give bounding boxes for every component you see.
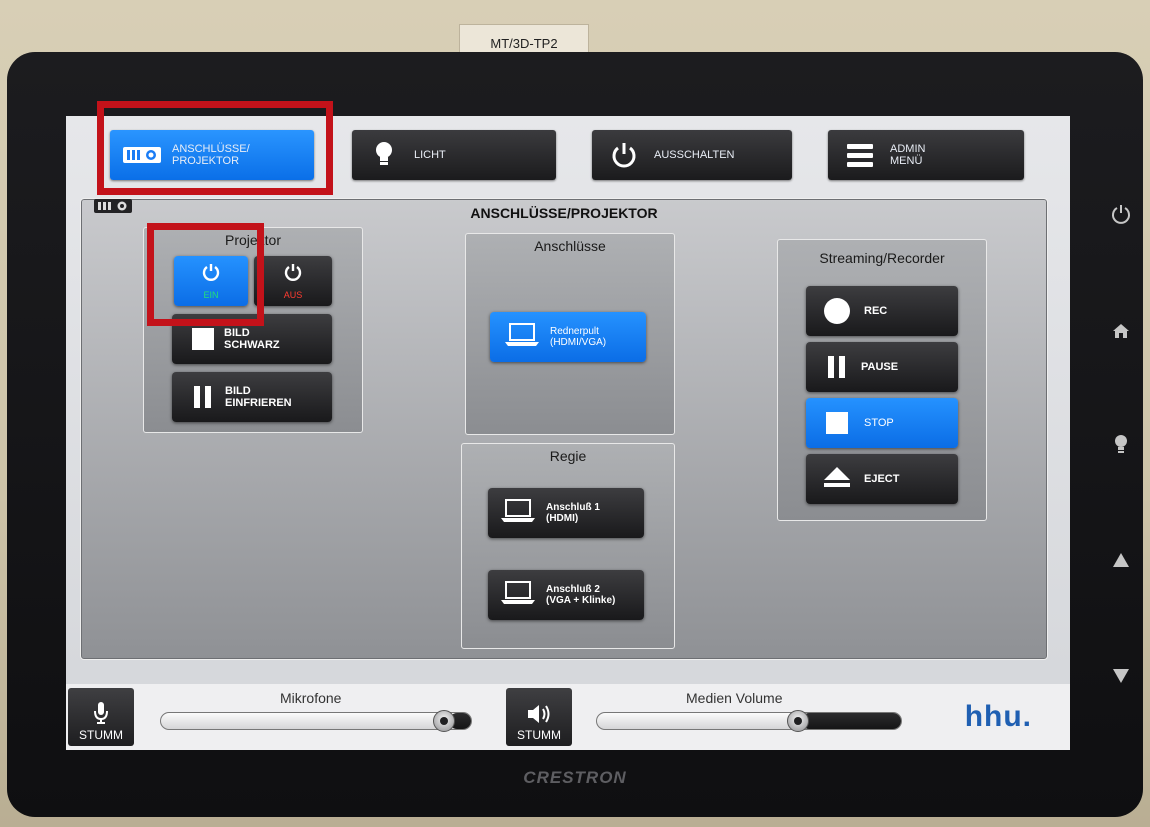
pause-icon	[194, 386, 211, 408]
button-label: REC	[864, 305, 888, 317]
power-icon	[283, 262, 303, 287]
tab-ausschalten[interactable]: AUSSCHALTEN	[592, 130, 792, 180]
button-label: BILD EINFRIEREN	[225, 385, 292, 409]
pause-icon	[828, 356, 845, 378]
rec-button[interactable]: REC	[806, 286, 958, 336]
button-label: EJECT	[864, 473, 900, 485]
group-title: Anschlüsse	[534, 238, 606, 254]
side-home-icon[interactable]	[1108, 318, 1134, 344]
button-label: Rednerpult (HDMI/VGA)	[550, 326, 607, 348]
laptop-icon	[500, 580, 536, 611]
tab-label: AUSSCHALTEN	[654, 149, 735, 161]
bild-einfrieren-button[interactable]: BILD EINFRIEREN	[172, 372, 332, 422]
tab-licht[interactable]: LICHT	[352, 130, 556, 180]
tab-label: LICHT	[414, 149, 446, 161]
slider-knob[interactable]	[787, 710, 809, 732]
medien-volume-slider[interactable]	[596, 710, 902, 732]
rednerpult-button[interactable]: Rednerpult (HDMI/VGA)	[490, 312, 646, 362]
stumm-label: STUMM	[79, 728, 123, 742]
side-down-icon[interactable]	[1108, 664, 1134, 688]
square-icon	[192, 328, 214, 350]
medien-volume-label: Medien Volume	[686, 690, 783, 706]
crestron-logo: CRESTRON	[523, 768, 627, 787]
projektor-aus-button[interactable]: AUS	[254, 256, 332, 306]
mikrofone-stumm-button[interactable]: STUMM	[68, 688, 134, 746]
menu-icon	[838, 141, 882, 169]
audio-bar: STUMM Mikrofone STUMM Medien Volume hhu.	[66, 684, 1070, 750]
tab-label: ADMIN MENÜ	[890, 143, 926, 167]
streaming-recorder-group: Streaming/Recorder REC PAUSE STOP EJECT	[777, 239, 987, 521]
mikrofone-slider[interactable]	[160, 710, 472, 732]
touch-screen: ANSCHLÜSSE/ PROJEKTOR LICHT AUSSCHALTEN …	[66, 116, 1070, 750]
button-label: BILD SCHWARZ	[224, 327, 280, 351]
group-title: Regie	[549, 448, 587, 464]
button-label: Anschluß 2 (VGA + Klinke)	[546, 584, 616, 606]
side-bulb-icon[interactable]	[1108, 430, 1134, 460]
anschluesse-group: Anschlüsse Rednerpult (HDMI/VGA)	[465, 233, 675, 435]
tab-admin-menu[interactable]: ADMIN MENÜ	[828, 130, 1024, 180]
record-icon	[824, 298, 850, 324]
mikrofone-label: Mikrofone	[280, 690, 342, 706]
button-label: PAUSE	[861, 361, 899, 373]
slider-knob[interactable]	[433, 710, 455, 732]
highlight-box-tab	[97, 101, 333, 195]
anschluss-1-button[interactable]: Anschluß 1 (HDMI)	[488, 488, 644, 538]
anschluss-2-button[interactable]: Anschluß 2 (VGA + Klinke)	[488, 570, 644, 620]
pause-button[interactable]: PAUSE	[806, 342, 958, 392]
page-title: ANSCHLÜSSE/PROJEKTOR	[470, 205, 658, 221]
highlight-box-ein	[147, 223, 264, 326]
hhu-logo: hhu.	[964, 700, 1032, 733]
laptop-icon	[504, 322, 540, 353]
side-power-icon[interactable]	[1108, 200, 1134, 228]
slider-fill	[801, 713, 901, 729]
button-label: STOP	[864, 417, 894, 429]
eject-icon	[822, 465, 852, 494]
side-up-icon[interactable]	[1108, 548, 1134, 572]
speaker-icon	[526, 703, 552, 728]
power-icon	[602, 140, 646, 170]
eject-button[interactable]: EJECT	[806, 454, 958, 504]
stop-button[interactable]: STOP	[806, 398, 958, 448]
button-label: Anschluß 1 (HDMI)	[546, 502, 600, 524]
stumm-label: STUMM	[517, 728, 561, 742]
microphone-icon	[93, 701, 109, 728]
laptop-icon	[500, 498, 536, 529]
aus-label: AUS	[283, 290, 303, 300]
regie-group: Regie Anschluß 1 (HDMI) Anschluß 2 (VGA …	[461, 443, 675, 649]
stop-icon	[826, 412, 848, 434]
group-title: Streaming/Recorder	[819, 250, 945, 266]
bulb-icon	[362, 140, 406, 170]
medien-stumm-button[interactable]: STUMM	[506, 688, 572, 746]
